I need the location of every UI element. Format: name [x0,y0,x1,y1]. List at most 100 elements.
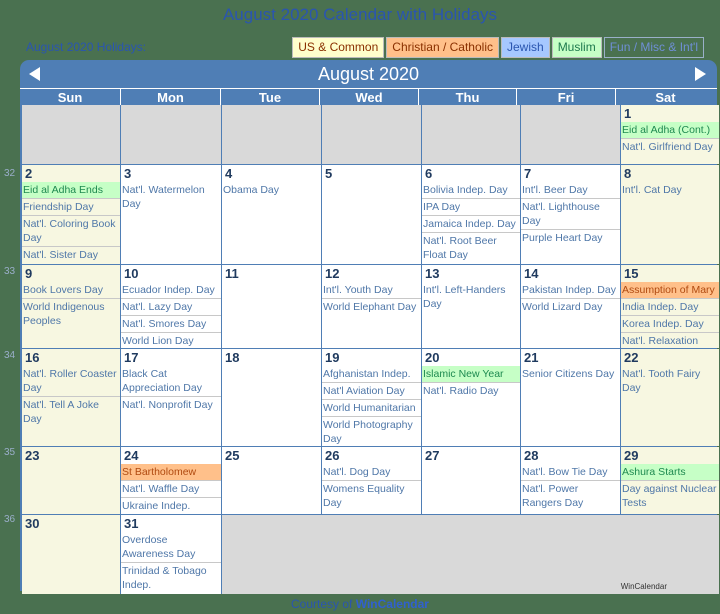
holiday-event[interactable]: World Lion Day [121,333,221,348]
weekday-tue: Tue [220,89,319,106]
holiday-event[interactable]: Afghanistan Indep. [322,366,421,383]
day-number: 30 [25,516,40,531]
holiday-event[interactable]: Pakistan Indep. Day [521,282,620,299]
holiday-event[interactable]: Eid al Adha Ends [22,182,120,199]
holiday-event[interactable]: World Indigenous Peoples [22,299,120,329]
holiday-event[interactable]: Nat'l. Bow Tie Day [521,464,620,481]
holiday-event[interactable]: Int'l. Left-Handers Day [422,282,520,312]
day-cell-22[interactable]: 22 Nat'l. Tooth Fairy Day [621,349,719,446]
day-cell-13[interactable]: 13 Int'l. Left-Handers Day [422,265,520,348]
day-cell-2[interactable]: 2 Eid al Adha Ends Friendship Day Nat'l. Co… [22,165,120,264]
day-cell-29[interactable]: 29 Ashura Starts Day against Nuclear Tests [621,447,719,514]
holiday-event[interactable]: Ecuador Indep. Day [121,282,221,299]
holiday-event[interactable]: World Photography Day [322,417,421,446]
day-cell-9[interactable]: 9 Book Lovers Day World Indigenous Peoples [22,265,120,348]
holiday-event[interactable]: Ukraine Indep. [121,498,221,514]
day-number: 31 [124,516,139,531]
holiday-event[interactable]: Nat'l. Sister Day [22,247,120,263]
week-number: 35 [4,447,16,458]
holiday-event[interactable]: Nat'l. Relaxation Day [621,333,719,348]
day-cell-15[interactable]: 15 Assumption of Mary India Indep. Day Kore… [621,265,719,348]
holiday-event[interactable]: Nat'l. Power Rangers Day [521,481,620,511]
holiday-event[interactable]: Nat'l. Smores Day [121,316,221,333]
holiday-event[interactable]: Womens Equality Day [322,481,421,511]
day-number: 27 [425,448,440,463]
holiday-event[interactable]: Trinidad & Tobago Indep. [121,563,221,593]
holiday-event[interactable]: India Indep. Day [621,299,719,316]
day-number: 5 [325,166,333,181]
holiday-event[interactable]: Jamaica Indep. Day [422,216,520,233]
holiday-event[interactable]: Nat'l. Tell A Joke Day [22,397,120,427]
holiday-event[interactable]: Nat'l. Dog Day [322,464,421,481]
holiday-event[interactable]: St Bartholomew [121,464,221,481]
wincalendar-link[interactable]: WinCalendar [356,597,429,611]
day-cell-26[interactable]: 26 Nat'l. Dog Day Womens Equality Day [322,447,421,514]
holiday-event[interactable]: Nat'l. Waffle Day [121,481,221,498]
holiday-event[interactable]: IPA Day [422,199,520,216]
day-number: 20 [425,350,440,365]
holiday-event[interactable]: World Elephant Day [322,299,421,315]
holiday-event[interactable]: Black Cat Appreciation Day [121,366,221,397]
week-number: 36 [4,514,16,525]
day-cell-1[interactable]: 1 Eid al Adha (Cont.) Nat'l. Girlfriend Da… [621,105,719,164]
holiday-event[interactable]: Korea Indep. Day [621,316,719,333]
holiday-event[interactable]: Assumption of Mary [621,282,719,299]
legend-us-common: US & Common [292,37,385,58]
day-cell-5[interactable]: 5 [322,165,421,264]
holiday-event[interactable]: Nat'l. Coloring Book Day [22,216,120,247]
prev-month-icon[interactable] [29,67,40,81]
holiday-event[interactable]: Islamic New Year [422,366,520,383]
holiday-event[interactable]: Ashura Starts [621,464,719,481]
day-cell-17[interactable]: 17 Black Cat Appreciation Day Nat'l. Nonpr… [121,349,221,446]
holiday-event[interactable]: Int'l. Beer Day [521,182,620,199]
holiday-event[interactable]: Nat'l. Roller Coaster Day [22,366,120,397]
holiday-event[interactable]: Int'l. Cat Day [621,182,719,198]
day-cell-4[interactable]: 4 Obama Day [222,165,321,264]
holiday-event[interactable]: Purple Heart Day [521,230,620,246]
holiday-event[interactable]: Book Lovers Day [22,282,120,299]
day-cell-10[interactable]: 10 Ecuador Indep. Day Nat'l. Lazy Day Nat'l… [121,265,221,348]
day-cell-3[interactable]: 3 Nat'l. Watermelon Day [121,165,221,264]
holiday-event[interactable]: Friendship Day [22,199,120,216]
day-cell-19[interactable]: 19 Afghanistan Indep. Nat'l Aviation Day Wo… [322,349,421,446]
holiday-event[interactable]: Nat'l. Root Beer Float Day [422,233,520,263]
day-cell-11[interactable]: 11 [222,265,321,348]
holiday-event[interactable]: Nat'l Aviation Day [322,383,421,400]
holiday-event[interactable]: Overdose Awareness Day [121,532,221,563]
holiday-event[interactable]: World Lizard Day [521,299,620,315]
day-cell-8[interactable]: 8 Int'l. Cat Day [621,165,719,264]
holiday-event[interactable]: Int'l. Youth Day [322,282,421,299]
holiday-event[interactable]: Day against Nuclear Tests [621,481,719,511]
next-month-icon[interactable] [695,67,706,81]
day-cell-25[interactable]: 25 [222,447,321,514]
day-cell-27[interactable]: 27 [422,447,520,514]
day-cell-24[interactable]: 24 St Bartholomew Nat'l. Waffle Day Ukraine… [121,447,221,514]
holiday-event[interactable]: Nat'l. Watermelon Day [121,182,221,212]
day-cell-18[interactable]: 18 [222,349,321,446]
day-cell-12[interactable]: 12 Int'l. Youth Day World Elephant Day [322,265,421,348]
day-cell-16[interactable]: 16 Nat'l. Roller Coaster Day Nat'l. Tell A… [22,349,120,446]
day-cell-14[interactable]: 14 Pakistan Indep. Day World Lizard Day [521,265,620,348]
holiday-event[interactable]: Bolivia Indep. Day [422,182,520,199]
day-cell-28[interactable]: 28 Nat'l. Bow Tie Day Nat'l. Power Rangers… [521,447,620,514]
day-cell-31[interactable]: 31 Overdose Awareness Day Trinidad & Tobag… [121,515,221,594]
day-cell-30[interactable]: 30 [22,515,120,594]
day-cell-21[interactable]: 21 Senior Citizens Day [521,349,620,446]
day-cell-7[interactable]: 7 Int'l. Beer Day Nat'l. Lighthouse Day Pur… [521,165,620,264]
holiday-event[interactable]: Nat'l. Nonprofit Day [121,397,221,413]
holiday-event[interactable]: Nat'l. Radio Day [422,383,520,399]
day-cell-6[interactable]: 6 Bolivia Indep. Day IPA Day Jamaica Indep.… [422,165,520,264]
holiday-event[interactable]: Eid al Adha (Cont.) [621,122,719,139]
day-number: 29 [624,448,639,463]
day-cell-20[interactable]: 20 Islamic New Year Nat'l. Radio Day [422,349,520,446]
holiday-event[interactable]: Nat'l. Girlfriend Day [621,139,719,155]
week-number: 33 [4,266,16,277]
holiday-event[interactable]: Obama Day [222,182,321,198]
holiday-event[interactable]: Nat'l. Tooth Fairy Day [621,366,719,396]
holiday-event[interactable]: World Humanitarian [322,400,421,417]
holiday-event[interactable]: Senior Citizens Day [521,366,620,382]
holiday-event[interactable]: Nat'l. Lazy Day [121,299,221,316]
day-number: 24 [124,448,139,463]
holiday-event[interactable]: Nat'l. Lighthouse Day [521,199,620,230]
day-cell-23[interactable]: 23 [22,447,120,514]
